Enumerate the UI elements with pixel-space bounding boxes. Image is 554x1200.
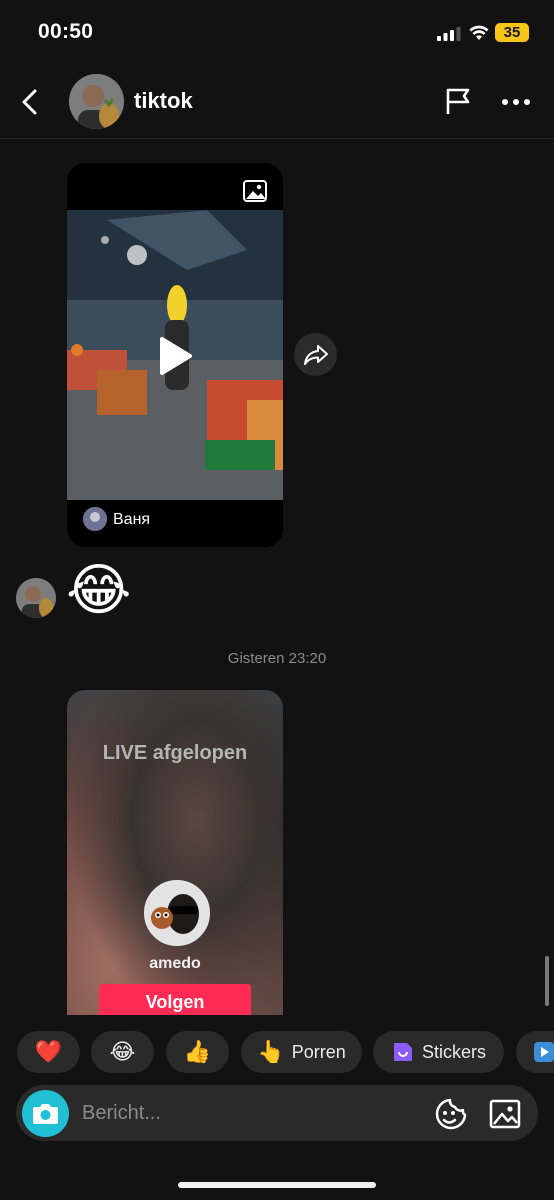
gallery-icon[interactable]: [489, 1098, 521, 1130]
pointing-hand-icon: 👆: [257, 1039, 285, 1064]
share-button[interactable]: [294, 333, 337, 376]
emoji-sticker-icon[interactable]: [433, 1096, 469, 1132]
quick-reply-stickers[interactable]: Stickers: [373, 1031, 504, 1073]
signal-icon: [437, 27, 461, 41]
media-icon: [534, 1042, 554, 1062]
live-ended-title: LIVE afgelopen: [102, 742, 248, 764]
quick-reply-laugh[interactable]: 😂: [91, 1031, 154, 1073]
play-icon[interactable]: [158, 335, 194, 377]
laugh-icon: 😂: [109, 1039, 136, 1064]
poke-label: Porren: [291, 1041, 346, 1062]
share-icon: [304, 345, 328, 365]
emoji-message[interactable]: 😂: [66, 556, 131, 624]
live-host-avatar[interactable]: [144, 880, 210, 946]
chevron-left-icon[interactable]: [18, 88, 44, 116]
quick-reply-bar: ❤️ 😂 👍 👆 Porren Stickers: [0, 1031, 554, 1075]
quick-reply-heart[interactable]: ❤️: [17, 1031, 80, 1073]
more-icon[interactable]: [500, 92, 532, 112]
flag-icon[interactable]: [443, 86, 473, 116]
heart-icon: ❤️: [34, 1039, 63, 1064]
status-time: 00:50: [38, 20, 94, 43]
avatar[interactable]: [69, 74, 124, 129]
wifi-icon: [469, 25, 489, 40]
quick-reply-thumbs-up[interactable]: 👍: [166, 1031, 229, 1073]
chat-title[interactable]: tiktok: [134, 88, 193, 114]
header-divider: [0, 138, 554, 139]
live-host-name[interactable]: amedo: [67, 955, 283, 973]
camera-button[interactable]: [22, 1090, 69, 1137]
message-timestamp: Gisteren 23:20: [227, 650, 327, 667]
video-author-name: Ваня: [113, 511, 151, 528]
quick-reply-poke[interactable]: 👆 Porren: [241, 1031, 362, 1073]
quick-reply-more[interactable]: [516, 1031, 554, 1073]
scrollbar[interactable]: [545, 956, 549, 1006]
sticker-icon: [393, 1043, 412, 1061]
home-indicator[interactable]: [178, 1182, 376, 1188]
stickers-label: Stickers: [421, 1041, 486, 1062]
camera-icon: [33, 1104, 58, 1124]
image-icon: [243, 180, 267, 202]
message-input[interactable]: Bericht...: [82, 1102, 161, 1125]
sender-avatar[interactable]: [16, 578, 56, 618]
author-avatar: [83, 507, 107, 531]
thumbs-up-icon: 👍: [183, 1039, 212, 1064]
battery-indicator: 35: [495, 23, 529, 42]
